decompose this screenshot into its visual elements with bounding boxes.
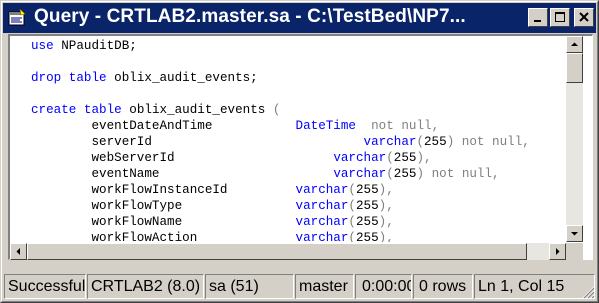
scrollbar-corner — [566, 243, 583, 260]
code-token: not null, — [371, 119, 440, 133]
arrow-down-icon — [571, 232, 578, 236]
code-token: ( — [348, 183, 356, 197]
arrow-left-icon — [16, 248, 20, 255]
code-token: 255 — [355, 215, 379, 229]
window-title: Query - CRTLAB2.master.sa - C:\TestBed\N… — [34, 6, 466, 27]
status-user: sa (51) — [205, 274, 294, 299]
scroll-up-button[interactable] — [566, 36, 583, 53]
code-token: serverId — [31, 135, 364, 149]
size-grip-icon[interactable] — [581, 285, 595, 299]
status-bar: Successfull CRTLAB2 (8.0) sa (51) master… — [3, 271, 596, 300]
code-token: ), — [378, 199, 394, 213]
query-editor[interactable]: use NPauditDB; drop table oblix_audit_ev… — [10, 36, 565, 242]
sql-keyword: varchar — [333, 151, 387, 165]
status-database: master — [295, 274, 354, 299]
code-token: 255 — [424, 135, 447, 149]
vertical-scrollbar[interactable] — [566, 36, 583, 242]
status-rows: 0 rows — [413, 274, 473, 299]
scroll-down-button[interactable] — [566, 225, 583, 242]
arrow-up-icon — [571, 42, 578, 46]
code-token: 255 — [355, 231, 379, 242]
code-token: webServerId — [31, 151, 334, 165]
code-token: ) not null, — [416, 167, 500, 181]
status-elapsed: 0:00:00 — [355, 274, 412, 299]
code-token: 255 — [393, 151, 417, 165]
code-line: workFlowAction varchar(255), — [31, 230, 530, 242]
code-token: workFlowAction — [31, 231, 296, 242]
code-line: workFlowType varchar(255), — [31, 198, 530, 214]
sql-keyword: table — [68, 71, 107, 85]
close-button[interactable] — [574, 8, 594, 27]
code-token: oblix_audit_events — [121, 103, 273, 117]
query-window-icon[interactable] — [8, 8, 26, 27]
code-token: ( — [348, 199, 356, 213]
code-token: ( — [348, 231, 356, 242]
code-token: eventName — [31, 167, 334, 181]
sql-keyword: varchar — [295, 215, 349, 229]
code-token: workFlowName — [31, 215, 296, 229]
sql-keyword: varchar — [295, 199, 349, 213]
code-token: workFlowInstanceId — [31, 183, 296, 197]
sql-code[interactable]: use NPauditDB; drop table oblix_audit_ev… — [31, 38, 530, 242]
status-server: CRTLAB2 (8.0) — [87, 274, 204, 299]
code-line: webServerId varchar(255), — [31, 150, 530, 166]
minimize-icon — [534, 20, 541, 22]
code-token: ( — [416, 135, 424, 149]
code-token: ), — [378, 183, 394, 197]
code-line: serverId varchar(255) not null, — [31, 134, 530, 150]
code-line: workFlowName varchar(255), — [31, 214, 530, 230]
code-token: NPauditDB; — [53, 39, 137, 53]
code-token: ( — [272, 103, 281, 117]
code-token: 255 — [355, 199, 379, 213]
arrow-right-icon — [556, 248, 560, 255]
maximize-icon — [555, 12, 565, 22]
code-token: ( — [386, 151, 394, 165]
sql-keyword: varchar — [295, 183, 349, 197]
code-line: create table oblix_audit_events ( — [31, 102, 530, 118]
code-line: eventName varchar(255) not null, — [31, 166, 530, 182]
minimize-button[interactable] — [528, 8, 548, 27]
horizontal-scroll-thumb[interactable] — [27, 243, 527, 260]
status-position: Ln 1, Col 15 — [474, 274, 595, 299]
scroll-left-button[interactable] — [10, 243, 27, 260]
code-token: ), — [416, 151, 432, 165]
code-token: 255 — [393, 167, 417, 181]
scroll-right-button[interactable] — [549, 243, 566, 260]
code-token: 255 — [355, 183, 379, 197]
code-token: eventDateAndTime — [31, 119, 296, 133]
sql-keyword: varchar — [363, 135, 417, 149]
code-token: ) not null, — [446, 135, 530, 149]
code-token: ), — [378, 231, 394, 242]
code-line: workFlowInstanceId varchar(255), — [31, 182, 530, 198]
code-token: ), — [378, 215, 394, 229]
code-token: workFlowType — [31, 199, 296, 213]
code-line: eventDateAndTime DateTime not null, — [31, 118, 530, 134]
code-line: drop table oblix_audit_events; — [31, 70, 530, 86]
code-token: ( — [386, 167, 394, 181]
sql-keyword: DateTime — [295, 119, 356, 133]
vertical-scroll-thumb[interactable] — [566, 53, 583, 83]
title-bar[interactable]: Query - CRTLAB2.master.sa - C:\TestBed\N… — [3, 3, 596, 33]
horizontal-scrollbar[interactable] — [10, 243, 566, 260]
sql-keyword: create — [31, 103, 77, 117]
close-icon — [579, 12, 589, 22]
code-line: use NPauditDB; — [31, 38, 530, 54]
sql-keyword: drop — [31, 71, 62, 85]
sql-keyword: varchar — [333, 167, 387, 181]
code-token: oblix_audit_events; — [106, 71, 258, 85]
code-token: ( — [348, 215, 356, 229]
sql-keyword: varchar — [295, 231, 349, 242]
query-window: Query - CRTLAB2.master.sa - C:\TestBed\N… — [0, 0, 599, 303]
sql-keyword: use — [31, 39, 54, 53]
status-execution: Successfull — [4, 274, 86, 299]
sql-keyword: table — [83, 103, 122, 117]
maximize-button[interactable] — [550, 8, 570, 27]
